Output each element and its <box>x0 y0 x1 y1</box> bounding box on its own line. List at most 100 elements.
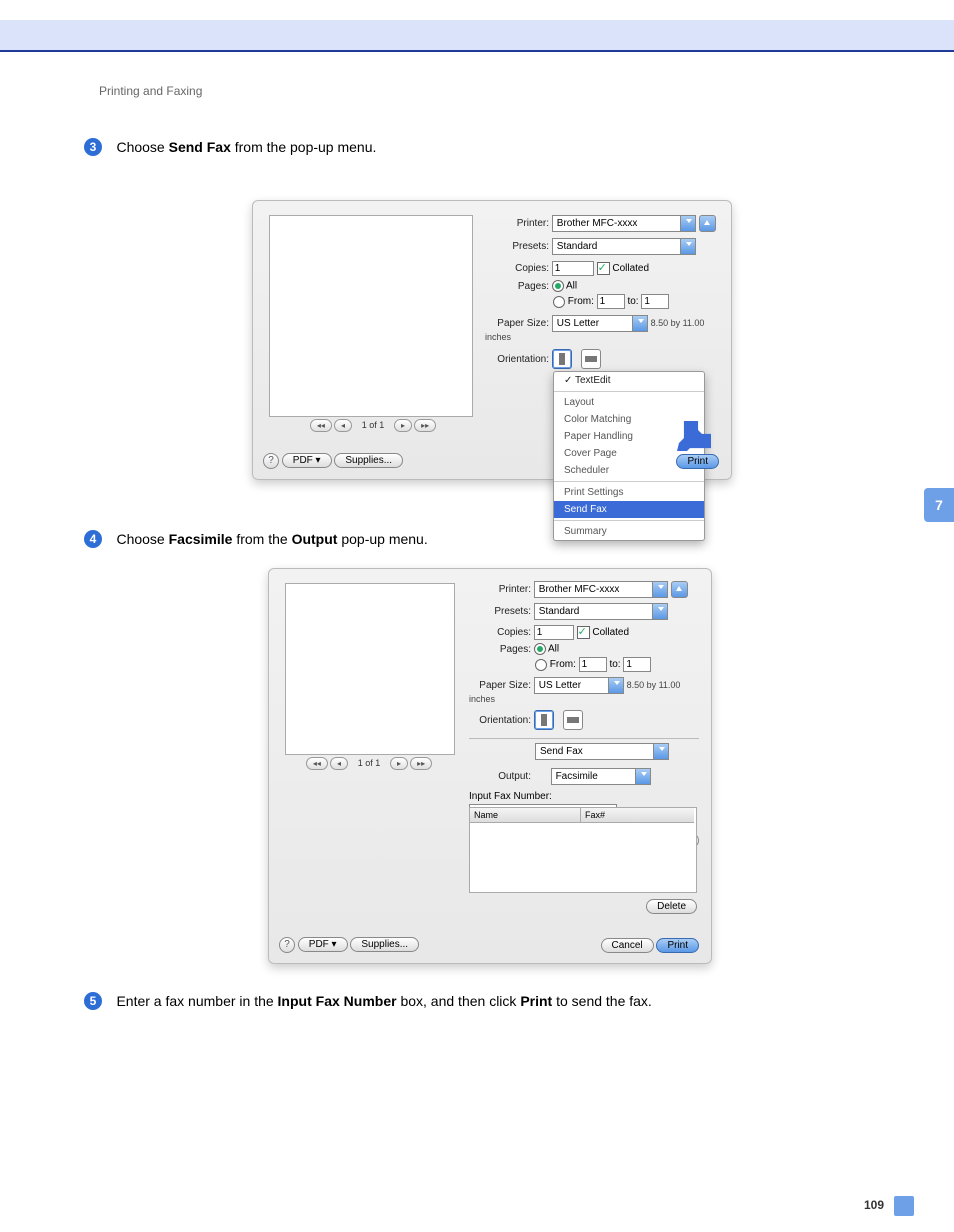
presets-select[interactable]: Standard <box>534 603 668 620</box>
pages-label: Pages: <box>485 281 549 292</box>
cancel-button[interactable]: Cancel <box>601 938 654 953</box>
menu-item-summary[interactable]: Summary <box>554 523 704 540</box>
print-dialog-2: ◂◂◂ 1 of 1 ▸▸▸ Printer: Brother MFC-xxxx… <box>268 568 712 964</box>
delete-button[interactable]: Delete <box>646 899 697 914</box>
dialog-bottom-right: Print <box>676 454 719 469</box>
orientation-label: Orientation: <box>469 715 531 726</box>
print-button[interactable]: Print <box>656 938 699 953</box>
printer-select[interactable]: Brother MFC-xxxx <box>552 215 696 232</box>
pages-all-label: All <box>548 644 559 655</box>
section-select[interactable]: Send Fax <box>535 743 669 760</box>
next-page-button[interactable]: ▸ <box>390 757 408 770</box>
menu-item-send-fax[interactable]: Send Fax <box>554 501 704 518</box>
orientation-label: Orientation: <box>485 354 549 365</box>
pages-to-input[interactable] <box>623 657 651 672</box>
pages-from-input[interactable] <box>579 657 607 672</box>
menu-item-layout[interactable]: Layout <box>554 394 704 411</box>
t: Choose <box>116 531 168 547</box>
orientation-landscape-button[interactable] <box>581 349 601 369</box>
t: Standard <box>557 241 598 252</box>
collated-checkbox[interactable] <box>577 626 590 639</box>
pages-label: Pages: <box>469 644 531 655</box>
next-page-button[interactable]: ▸ <box>394 419 412 432</box>
menu-item-print-settings[interactable]: Print Settings <box>554 484 704 501</box>
printer-select[interactable]: Brother MFC-xxxx <box>534 581 668 598</box>
printer-info-button[interactable] <box>699 215 716 232</box>
pages-range-radio[interactable] <box>535 659 547 671</box>
t: Output <box>292 531 338 547</box>
document-preview <box>269 215 473 417</box>
page-indicator: 1 of 1 <box>358 758 381 768</box>
first-page-button[interactable]: ◂◂ <box>306 757 328 770</box>
step-3: 3 Choose Send Fax from the pop-up menu. <box>84 138 376 156</box>
collated-checkbox[interactable] <box>597 262 610 275</box>
t: Input Fax Number <box>278 993 397 1009</box>
paper-size-select[interactable]: US Letter <box>552 315 648 332</box>
prev-page-button[interactable]: ◂ <box>334 419 352 432</box>
orientation-portrait-button[interactable] <box>534 710 554 730</box>
orientation-portrait-button[interactable] <box>552 349 572 369</box>
t: Facsimile <box>169 531 233 547</box>
breadcrumb: Printing and Faxing <box>99 84 202 98</box>
dialog-bottom-left: ? PDF ▾ Supplies... <box>263 453 403 469</box>
pdf-menu-button[interactable]: PDF ▾ <box>298 937 348 952</box>
t: box, and then click <box>397 993 521 1009</box>
presets-label: Presets: <box>469 606 531 617</box>
paper-size-select[interactable]: US Letter <box>534 677 624 694</box>
page-indicator: 1 of 1 <box>362 420 385 430</box>
preview-pager: ◂◂◂ 1 of 1 ▸▸▸ <box>263 419 483 432</box>
supplies-button[interactable]: Supplies... <box>334 453 403 468</box>
menu-item-textedit[interactable]: ✓ TextEdit <box>554 372 704 389</box>
destination-table[interactable]: NameFax# <box>469 807 697 893</box>
dialog-bottom-left: ? PDF ▾ Supplies... <box>279 937 419 953</box>
presets-label: Presets: <box>485 241 549 252</box>
collated-label: Collated <box>612 263 649 274</box>
copies-label: Copies: <box>469 627 531 638</box>
pages-to-input[interactable] <box>641 294 669 309</box>
print-button[interactable]: Print <box>676 454 719 469</box>
paper-size-label: Paper Size: <box>485 318 549 329</box>
t: to send the fax. <box>552 993 652 1009</box>
printer-info-button[interactable] <box>671 581 688 598</box>
page: Printing and Faxing 3 Choose Send Fax fr… <box>0 0 954 1232</box>
print-dialog-1: ◂◂◂ 1 of 1 ▸▸▸ Printer: Brother MFC-xxxx… <box>252 200 732 480</box>
t: Brother MFC-xxxx <box>557 218 638 229</box>
pages-from-input[interactable] <box>597 294 625 309</box>
column-name[interactable]: Name <box>470 808 580 823</box>
t: Facsimile <box>556 771 598 782</box>
pages-range-radio[interactable] <box>553 296 565 308</box>
step-badge-5: 5 <box>84 992 102 1010</box>
t: from the <box>232 531 291 547</box>
to-label: to: <box>627 296 638 307</box>
output-select[interactable]: Facsimile <box>551 768 651 785</box>
last-page-button[interactable]: ▸▸ <box>414 419 436 432</box>
orientation-landscape-button[interactable] <box>563 710 583 730</box>
from-label: From: <box>568 296 594 307</box>
t: US Letter <box>557 318 599 329</box>
step-badge-4: 4 <box>84 530 102 548</box>
supplies-button[interactable]: Supplies... <box>350 937 419 952</box>
document-preview <box>285 583 455 755</box>
step-5-text: Enter a fax number in the Input Fax Numb… <box>116 993 651 1009</box>
top-header-bar <box>0 20 954 52</box>
pages-all-radio[interactable] <box>534 643 546 655</box>
page-marker-icon <box>894 1196 914 1216</box>
collated-label: Collated <box>592 627 629 638</box>
from-label: From: <box>550 659 576 670</box>
column-fax[interactable]: Fax# <box>580 808 694 823</box>
last-page-button[interactable]: ▸▸ <box>410 757 432 770</box>
dialog-bottom-right: Cancel Print <box>601 938 699 953</box>
pdf-menu-button[interactable]: PDF ▾ <box>282 453 332 468</box>
help-button[interactable]: ? <box>263 453 279 469</box>
pages-all-radio[interactable] <box>552 280 564 292</box>
copies-input[interactable] <box>534 625 574 640</box>
help-button[interactable]: ? <box>279 937 295 953</box>
copies-label: Copies: <box>485 263 549 274</box>
first-page-button[interactable]: ◂◂ <box>310 419 332 432</box>
copies-input[interactable] <box>552 261 594 276</box>
to-label: to: <box>609 659 620 670</box>
page-number: 109 <box>864 1198 884 1212</box>
presets-select[interactable]: Standard <box>552 238 696 255</box>
prev-page-button[interactable]: ◂ <box>330 757 348 770</box>
t: Brother MFC-xxxx <box>539 584 620 595</box>
